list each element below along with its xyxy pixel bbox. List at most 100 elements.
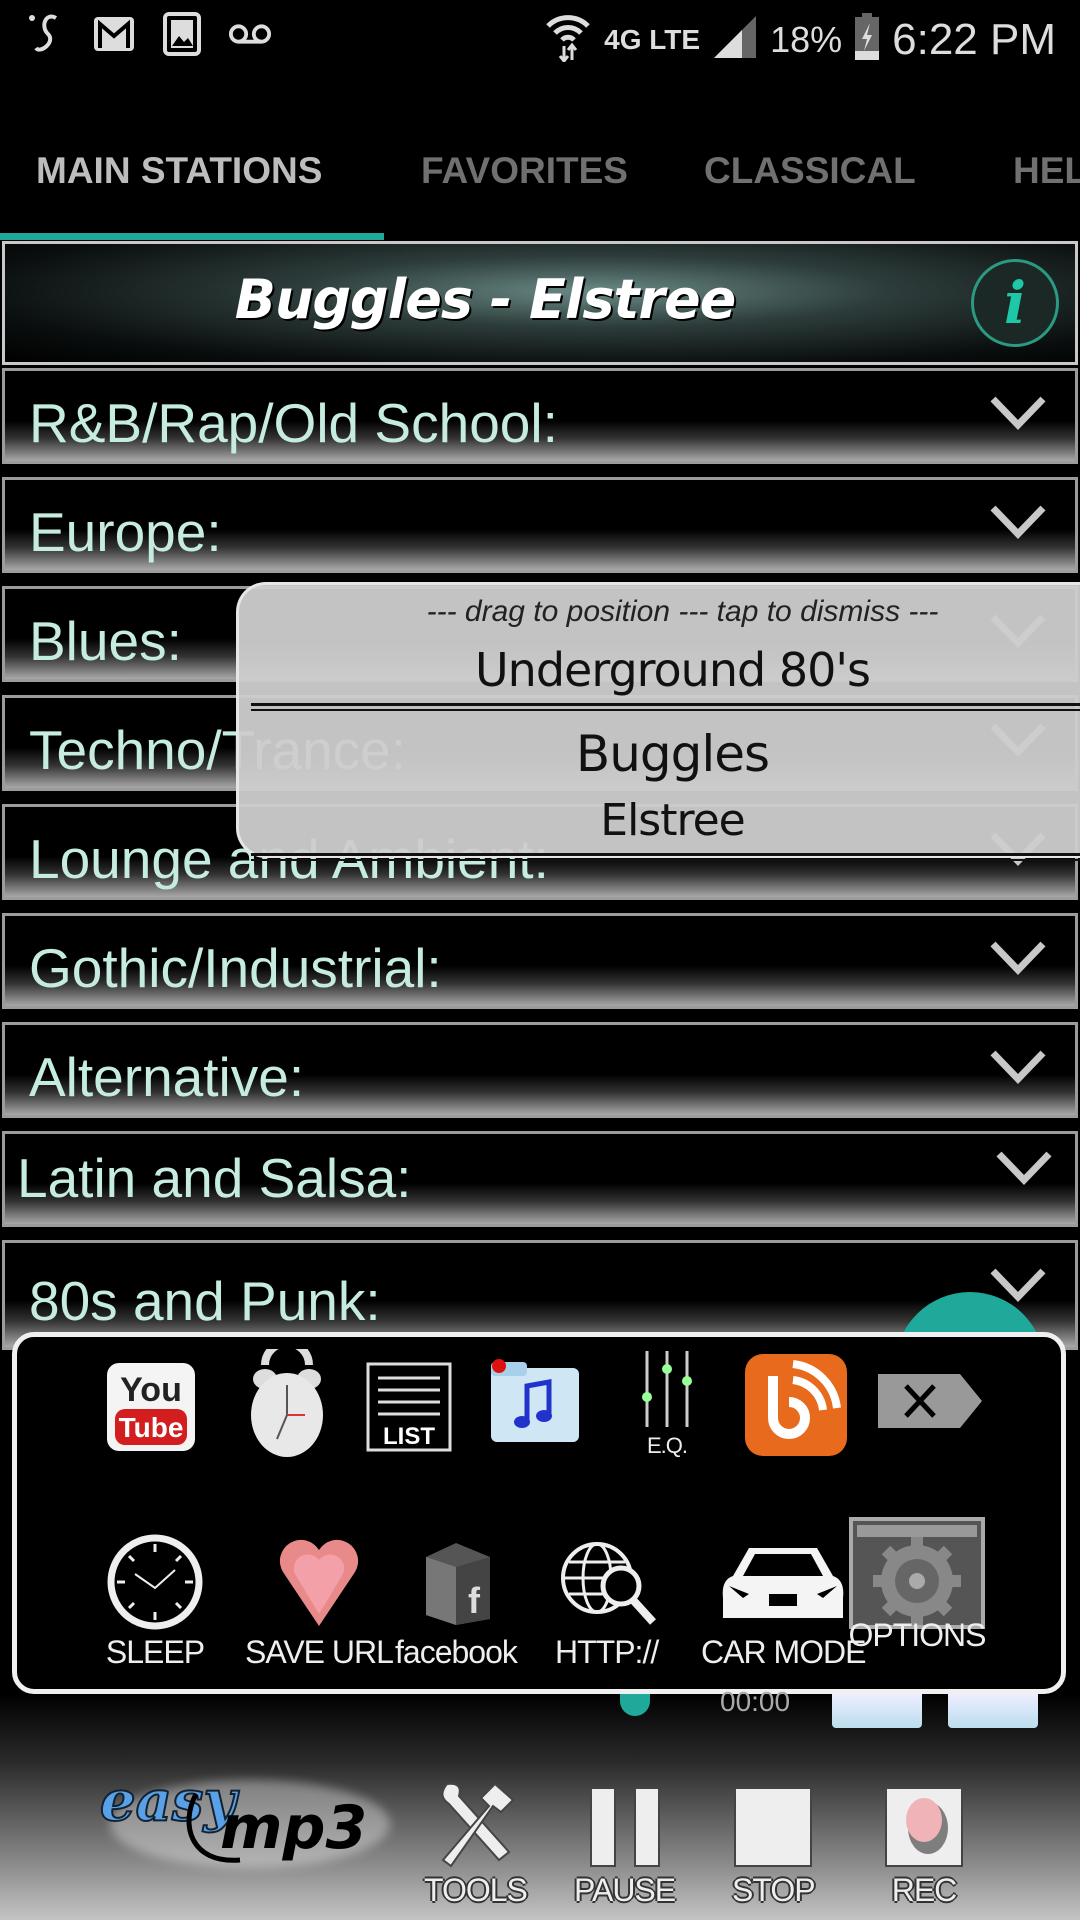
gmail-icon	[92, 12, 136, 56]
tab-favorites[interactable]: FAVORITES	[421, 150, 628, 192]
alarm-clock-icon	[237, 1347, 337, 1467]
mini-music-button[interactable]	[948, 1694, 1038, 1728]
blog-feed-icon	[741, 1351, 851, 1459]
stop-icon	[733, 1776, 813, 1868]
save-url-label: SAVE URL	[245, 1634, 394, 1670]
youtube-button[interactable]: You Tube	[101, 1357, 201, 1457]
clock: 6:22 PM	[892, 14, 1056, 64]
facebook-icon: f	[406, 1532, 506, 1632]
swype-icon	[24, 12, 68, 56]
chevron-down-icon	[996, 1151, 1052, 1186]
pause-button[interactable]: PAUSE	[574, 1776, 676, 1909]
options-label: OPTIONS	[848, 1617, 986, 1653]
tab-help[interactable]: HELP	[1013, 150, 1080, 192]
category-item[interactable]: R&B/Rap/Old School:	[2, 368, 1078, 464]
category-label: Alternative:	[29, 1046, 305, 1108]
category-item[interactable]: Gothic/Industrial:	[2, 913, 1078, 1009]
http-button[interactable]: HTTP://	[555, 1532, 659, 1671]
category-label: R&B/Rap/Old School:	[29, 392, 558, 454]
car-mode-label: CAR MODE	[701, 1634, 866, 1670]
battery-charging-icon	[854, 13, 880, 66]
car-mode-button[interactable]: CAR MODE	[701, 1532, 866, 1671]
status-bar: 4G LTE 18% 6:22 PM	[0, 0, 1080, 75]
save-url-button[interactable]: SAVE URL	[245, 1532, 394, 1671]
category-item[interactable]: Alternative:	[2, 1022, 1078, 1118]
tools-button[interactable]: TOOLS	[424, 1776, 528, 1909]
facebook-label: facebook	[395, 1634, 518, 1670]
category-item[interactable]: Latin and Salsa:	[2, 1131, 1078, 1227]
popup-station-name: Underground 80's	[475, 643, 871, 697]
active-tab-indicator	[0, 233, 384, 240]
record-icon	[884, 1776, 964, 1868]
category-item[interactable]: Europe:	[2, 477, 1078, 573]
chevron-down-icon	[990, 396, 1046, 431]
sleep-clock-icon	[105, 1532, 205, 1632]
close-panel-button[interactable]	[875, 1369, 985, 1433]
stop-label: STOP	[732, 1872, 816, 1908]
equalizer-label: E.Q.	[646, 1433, 688, 1458]
tab-classical[interactable]: CLASSICAL	[704, 150, 916, 192]
tools-panel: You Tube LIST E.Q. SLEEP SAVE URL f face…	[12, 1332, 1066, 1694]
chevron-down-icon	[990, 1050, 1046, 1085]
wifi-icon	[544, 12, 592, 67]
now-playing-bar[interactable]: Buggles - Elstree i	[2, 241, 1078, 365]
tab-main-stations[interactable]: MAIN STATIONS	[36, 150, 322, 192]
equalizer-button[interactable]: E.Q.	[617, 1347, 717, 1459]
popup-song: Elstree	[600, 795, 745, 846]
popup-artist: Buggles	[575, 725, 770, 783]
svg-text:LIST: LIST	[383, 1423, 435, 1450]
chevron-down-icon	[990, 941, 1046, 976]
category-label: Europe:	[29, 501, 222, 563]
equalizer-icon	[617, 1347, 717, 1431]
blog-feed-button[interactable]	[741, 1351, 851, 1459]
record-button[interactable]: REC	[884, 1776, 964, 1909]
list-icon: LIST	[365, 1361, 453, 1453]
record-label: REC	[891, 1872, 958, 1908]
svg-text:mp3: mp3	[220, 1793, 367, 1863]
info-button[interactable]: i	[971, 259, 1059, 347]
pause-label: PAUSE	[574, 1872, 676, 1908]
player-controls: 00:00 easy mp3 TOOLS PAUSE STOP REC	[0, 1686, 1080, 1920]
seek-handle[interactable]	[620, 1694, 650, 1716]
category-label: Latin and Salsa:	[17, 1147, 412, 1209]
info-icon: i	[1003, 269, 1027, 337]
options-button[interactable]: OPTIONS	[847, 1515, 987, 1654]
youtube-icon: You Tube	[101, 1357, 201, 1457]
svg-text:easy: easy	[100, 1768, 239, 1834]
divider	[251, 703, 1080, 711]
sleep-button[interactable]: SLEEP	[105, 1532, 205, 1671]
close-icon	[875, 1369, 985, 1433]
signal-icon	[712, 14, 758, 65]
stop-button[interactable]: STOP	[732, 1776, 816, 1909]
elapsed-time: 00:00	[720, 1686, 791, 1717]
car-icon	[718, 1532, 848, 1632]
svg-text:You: You	[120, 1371, 182, 1409]
gear-icon	[847, 1515, 987, 1631]
mini-dropdown-button[interactable]	[832, 1694, 922, 1728]
gallery-icon	[160, 12, 204, 56]
list-button[interactable]: LIST	[365, 1361, 453, 1453]
http-label: HTTP://	[555, 1634, 659, 1670]
tools-icon	[433, 1776, 517, 1868]
category-label: Blues:	[29, 610, 182, 672]
network-type-icon: 4G LTE	[604, 23, 701, 55]
now-playing-title: Buggles - Elstree	[234, 268, 736, 331]
popup-hint: --- drag to position --- tap to dismiss …	[426, 595, 939, 628]
tools-label: TOOLS	[424, 1872, 528, 1908]
facebook-button[interactable]: f facebook	[395, 1532, 518, 1671]
now-playing-popup[interactable]: --- drag to position --- tap to dismiss …	[236, 582, 1080, 861]
heart-icon	[269, 1532, 369, 1632]
music-folder-button[interactable]	[485, 1351, 585, 1451]
svg-text:Tube: Tube	[119, 1412, 184, 1443]
divider	[251, 853, 1080, 861]
pause-icon	[589, 1776, 661, 1868]
voicemail-icon	[228, 12, 272, 56]
sleep-label: SLEEP	[105, 1634, 205, 1670]
battery-percent: 18%	[770, 18, 843, 60]
easymp3-logo: easy mp3	[99, 1764, 400, 1884]
category-label: Gothic/Industrial:	[29, 937, 442, 999]
music-folder-icon	[485, 1351, 585, 1451]
alarm-button[interactable]	[237, 1347, 337, 1467]
globe-search-icon	[557, 1532, 657, 1632]
chevron-down-icon	[990, 505, 1046, 540]
